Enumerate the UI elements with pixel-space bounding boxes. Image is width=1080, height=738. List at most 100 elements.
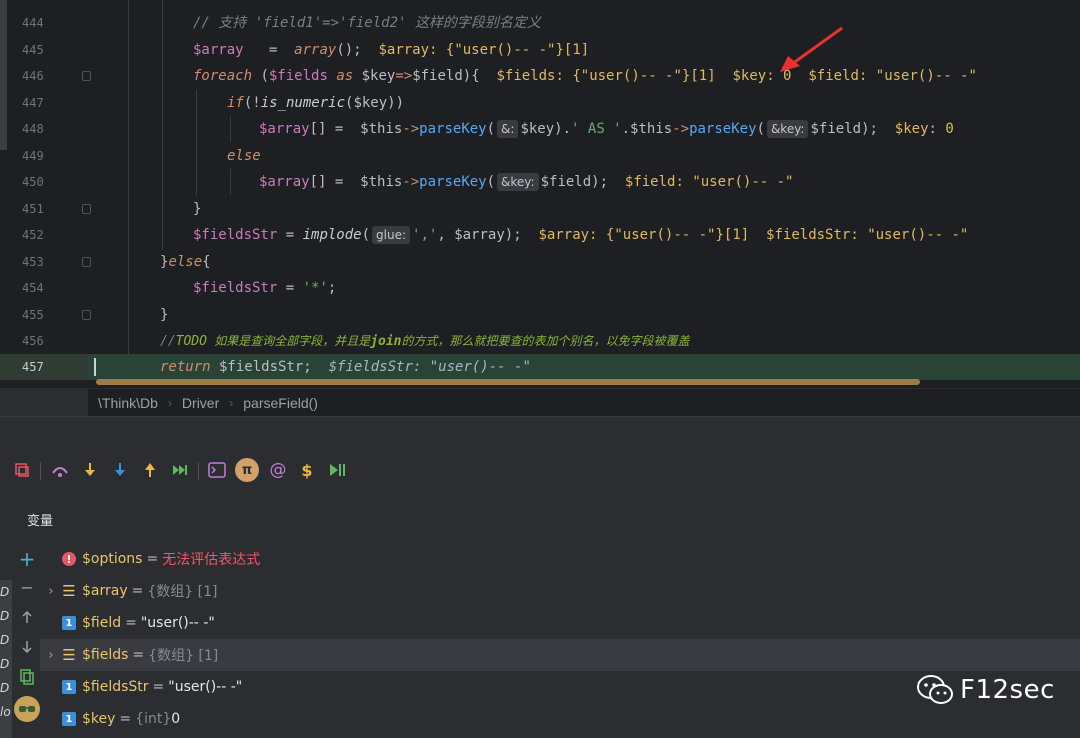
code-line-451[interactable]: } [193, 196, 201, 222]
code-variable: $array [454, 227, 505, 243]
variable-row-selected[interactable]: › ☰ $fields = {数组} [1] [40, 639, 1080, 671]
code-variable: $array [259, 121, 310, 137]
parameter-hint: &key: [497, 173, 539, 191]
line-number: 457 [22, 360, 44, 374]
code-keyword: foreach [193, 68, 253, 84]
code-keyword: else [227, 148, 261, 164]
add-watch-button[interactable]: + [16, 547, 38, 571]
line-number: 449 [22, 149, 44, 163]
line-number: 451 [22, 202, 44, 216]
glasses-icon[interactable] [14, 696, 40, 722]
variable-name: $fieldsStr [82, 679, 149, 695]
parameter-hint: glue: [372, 226, 411, 244]
code-punct: ; [327, 280, 337, 296]
watch-icon[interactable]: @ [266, 456, 290, 484]
indent-guide [196, 90, 197, 196]
code-line-449[interactable]: else [227, 143, 261, 169]
line-number: 456 [22, 334, 44, 348]
code-line-445[interactable]: $array = array(); $array: {"user()-- -"}… [193, 37, 589, 63]
indent-guide [230, 169, 231, 195]
code-punct: (! [243, 95, 261, 111]
gutter-line: 452 [0, 222, 88, 248]
resume-icon[interactable] [325, 456, 349, 484]
evaluate-icon[interactable]: π [235, 458, 259, 482]
gutter-line: 445 [0, 37, 88, 63]
code-method: parseKey [419, 121, 487, 137]
code-editor[interactable]: 444 445 446 447 448 449 450 451 452 453 … [0, 0, 1080, 388]
fold-marker-icon[interactable] [82, 257, 91, 267]
step-over-icon[interactable] [48, 456, 72, 484]
force-step-into-icon[interactable] [108, 456, 132, 484]
primitive-icon: 1 [62, 616, 76, 630]
step-out-icon[interactable] [138, 456, 162, 484]
gutter-line[interactable]: 453 [0, 249, 91, 275]
gutter-line: 448 [0, 116, 88, 142]
code-punct: ; [303, 359, 312, 375]
move-up-button[interactable] [16, 606, 38, 628]
code-comment: join [370, 334, 402, 349]
code-punct: ( [361, 227, 371, 243]
code-string: ',' [412, 227, 438, 243]
breadcrumb-class[interactable]: Driver [172, 395, 229, 411]
move-down-button[interactable] [16, 636, 38, 658]
code-line-446[interactable]: foreach ($fields as $key=>$field){ $fiel… [193, 63, 977, 89]
fold-marker-icon[interactable] [82, 310, 91, 320]
step-into-icon[interactable] [78, 456, 102, 484]
code-line-452[interactable]: $fieldsStr = implode(glue: ',', $array); … [193, 222, 968, 248]
variable-equals: = [131, 583, 144, 599]
gutter-line[interactable]: 446 [0, 63, 91, 89]
variable-type: {数组} [1] [147, 584, 218, 600]
code-line-455[interactable]: } [160, 302, 168, 328]
horizontal-scrollbar[interactable] [96, 379, 920, 385]
run-to-cursor-icon[interactable] [168, 456, 192, 484]
line-number: 453 [22, 255, 44, 269]
code-keyword: else [168, 254, 203, 270]
copy-icon[interactable] [16, 666, 38, 688]
code-line-444[interactable]: // 支持 'field1'=>'field2' 这样的字段别名定义 [193, 10, 541, 36]
fold-marker-icon[interactable] [82, 71, 91, 81]
code-operator: [] = [309, 121, 361, 137]
code-line-453[interactable]: }else{ [160, 249, 211, 275]
inline-debug-value: $field: "user()-- -" [608, 174, 794, 190]
chevron-right-icon[interactable]: › [40, 648, 62, 663]
variable-row[interactable]: 1 $key = {int} 0 [40, 703, 1080, 735]
code-punct: { [202, 254, 211, 270]
chevron-right-icon[interactable]: › [40, 584, 62, 599]
code-line-454[interactable]: $fieldsStr = '*'; [193, 275, 336, 301]
console-icon[interactable] [205, 456, 229, 484]
variable-name: $fields [82, 647, 129, 663]
code-variable: $fieldsStr [193, 280, 278, 296]
line-number: 454 [22, 281, 44, 295]
code-operator: -> [672, 121, 690, 137]
code-punct: . [621, 121, 631, 137]
breadcrumb-namespace[interactable]: \Think\Db [88, 395, 168, 411]
inline-debug-value: $key: 0 [877, 121, 954, 137]
variable-row[interactable]: › ☰ $array = {数组} [1] [40, 575, 1080, 607]
gutter-line: 457 [0, 354, 88, 380]
code-variable: $this [360, 174, 403, 190]
restore-layout-icon[interactable] [10, 456, 34, 484]
php-icon[interactable]: $ [295, 456, 319, 484]
code-line-450[interactable]: $array[] = $this->parseKey(&key: $field);… [259, 169, 793, 195]
variable-row[interactable]: ! $options = 无法评估表达式 [40, 543, 1080, 575]
code-variable: $this [360, 121, 403, 137]
code-line-456[interactable]: //TODO 如果是查询全部字段，并且是join的方式，那么就把要查的表加个别名… [160, 328, 690, 354]
gutter-line[interactable]: 451 [0, 196, 91, 222]
code-line-448[interactable]: $array[] = $this->parseKey(&: $key).' AS … [259, 116, 954, 142]
gutter-line: 447 [0, 90, 88, 116]
code-operator: = [243, 42, 295, 58]
variable-row[interactable]: 1 $field = "user()-- -" [40, 607, 1080, 639]
code-function: array [294, 42, 337, 58]
todo-marker: TODO [175, 334, 207, 349]
code-line-457[interactable]: return $fieldsStr; $fieldsStr: "user()--… [160, 354, 531, 380]
remove-watch-button[interactable]: − [16, 576, 38, 598]
breadcrumb-method[interactable]: parseField() [233, 395, 328, 411]
gutter-line[interactable]: 455 [0, 302, 91, 328]
code-comment: 如果是查询全部字段，并且是 [206, 334, 371, 348]
code-function: is_numeric [260, 95, 346, 111]
code-line-447[interactable]: if(!is_numeric($key)) [227, 90, 404, 116]
fold-marker-icon[interactable] [82, 204, 91, 214]
code-punct: , [437, 227, 455, 243]
watermark: F12sec [916, 674, 1055, 706]
toolbar-separator [198, 462, 199, 480]
